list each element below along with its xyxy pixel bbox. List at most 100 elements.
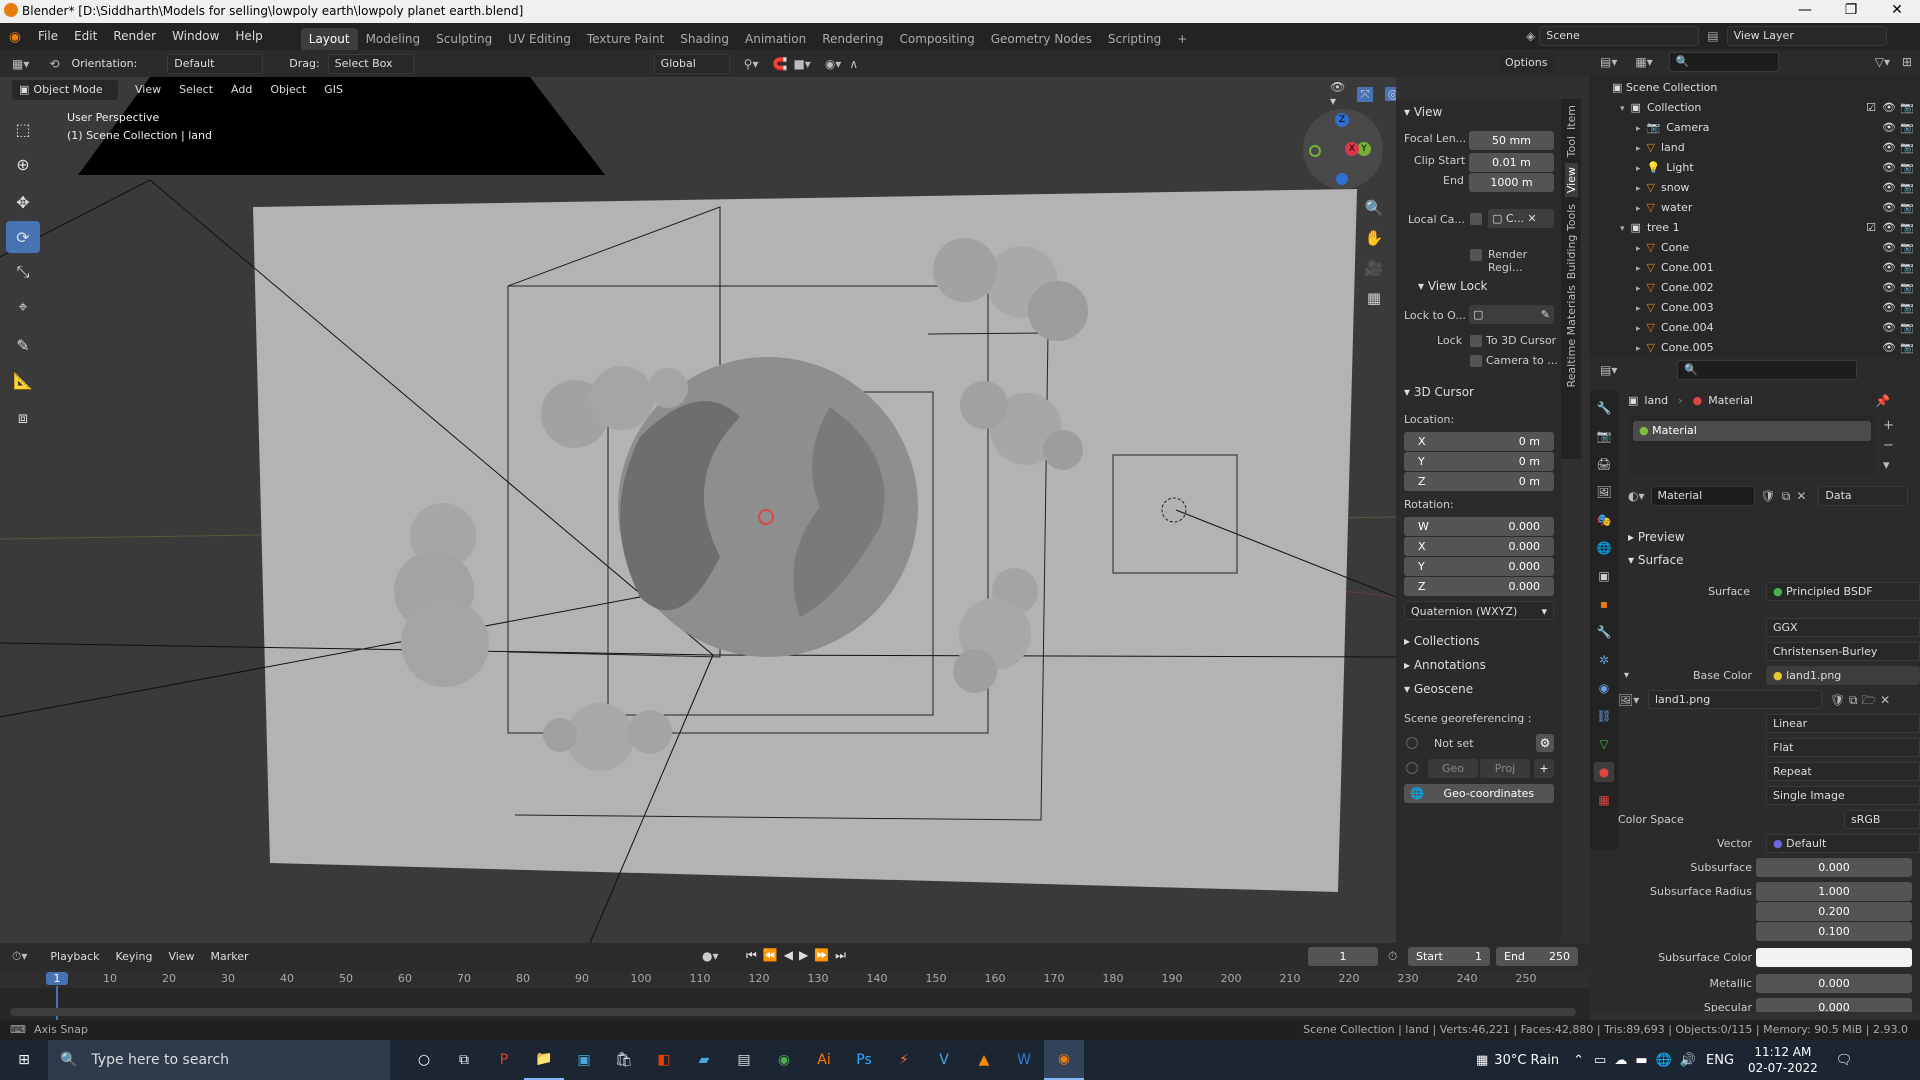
menu-edit[interactable]: Edit [66, 23, 105, 50]
collections-section[interactable]: ▸ Collections [1404, 634, 1479, 648]
cursor-location-x-field[interactable]: X 0 m [1404, 432, 1554, 451]
add-workspace-button[interactable]: + [1169, 28, 1195, 50]
material-props-icon[interactable]: ● [1594, 762, 1614, 782]
vector-field[interactable]: ● Default [1766, 834, 1920, 853]
base-color-field[interactable]: ● land1.png [1766, 666, 1920, 685]
visibility-eye-icon[interactable]: 👁 [1882, 298, 1896, 318]
camera-view-icon[interactable]: 🎥 [1362, 253, 1386, 283]
snap-icon[interactable]: 🧲 [772, 57, 787, 71]
outliner-search-input[interactable]: 🔍 [1668, 52, 1779, 72]
photoshop-icon[interactable]: Ps [844, 1040, 884, 1080]
subsurface-color-swatch[interactable] [1756, 948, 1912, 967]
outliner-row[interactable]: ▸ ▽ water 👁 📷 [1590, 198, 1920, 218]
view-layer-selector[interactable]: View Layer [1726, 26, 1887, 46]
geoscene-settings-icon[interactable]: ⚙ [1536, 734, 1554, 752]
ortho-grid-icon[interactable]: ▦ [1362, 283, 1386, 313]
windows-start-icon[interactable]: ⊞ [0, 1040, 48, 1080]
remove-slot-button[interactable]: − [1883, 436, 1894, 456]
scene-selector[interactable]: Scene [1539, 26, 1700, 46]
word-icon[interactable]: W [1004, 1040, 1044, 1080]
expand-arrow-icon[interactable]: ▸ [1636, 244, 1641, 254]
blender-menu-icon[interactable]: ◉ [0, 29, 30, 45]
weather-text[interactable]: 30°C Rain [1494, 1053, 1559, 1068]
workspace-tab-uv-editing[interactable]: UV Editing [500, 28, 579, 50]
drag-dropdown[interactable]: Select Box [327, 53, 414, 74]
tool-props-icon[interactable]: 🔧 [1594, 398, 1614, 418]
outliner-row[interactable]: ▸ ▽ Cone 👁 📷 [1590, 238, 1920, 258]
language-indicator[interactable]: ENG [1706, 1053, 1734, 1068]
georef-radio-icon[interactable] [1406, 737, 1418, 749]
visibility-eye-icon[interactable]: 👁 [1882, 158, 1896, 178]
transform-tool-icon[interactable]: ⌖ [6, 291, 40, 323]
browse-material-icon[interactable]: ◐▾ [1628, 489, 1645, 503]
add-cube-tool-icon[interactable]: ⧈ [6, 402, 40, 434]
render-region-checkbox[interactable] [1470, 249, 1482, 261]
cursor-rotation-x-field[interactable]: X 0.000 [1404, 537, 1554, 556]
clock[interactable]: 11:12 AM 02-07-2022 [1748, 1044, 1818, 1076]
current-frame-field[interactable]: 1 [1308, 947, 1378, 966]
viewport-menu-add[interactable]: Add [224, 80, 259, 100]
expand-arrow-icon[interactable]: ▸ [1636, 324, 1641, 334]
taskbar-search-box[interactable]: 🔍 Type here to search [48, 1040, 390, 1080]
gizmo-neg-y[interactable] [1309, 145, 1321, 157]
proj-button[interactable]: Proj [1480, 759, 1530, 778]
app5-icon[interactable]: V [924, 1040, 964, 1080]
measure-tool-icon[interactable]: 📐 [6, 364, 40, 396]
sidebar-tab-realtime-materials[interactable]: Realtime Materials [1565, 285, 1578, 387]
image-browse-icon[interactable]: 🖼▾ [1618, 690, 1639, 710]
expand-arrow-icon[interactable]: ▸ [1636, 264, 1641, 274]
projection-dropdown[interactable]: Flat [1766, 738, 1920, 757]
lock-object-field[interactable]: ▢ ✎ [1469, 305, 1554, 324]
weather-icon[interactable]: ▦ [1476, 1053, 1488, 1068]
workspace-tab-shading[interactable]: Shading [672, 28, 737, 50]
filter-icon[interactable]: ▽▾ [1875, 55, 1890, 69]
select-box-tool-icon[interactable]: ⬚ [6, 113, 40, 145]
auto-keying-icon[interactable]: ●▾ [702, 949, 719, 963]
visibility-eye-icon[interactable]: 👁 [1882, 258, 1896, 278]
expand-arrow-icon[interactable]: ▸ [1636, 344, 1641, 354]
visibility-eye-icon[interactable]: 👁 [1882, 218, 1896, 238]
expand-arrow-icon[interactable]: ▸ [1636, 304, 1641, 314]
outliner-row[interactable]: ▸ 📷 Camera 👁 📷 [1590, 118, 1920, 138]
close-button[interactable]: ✕ [1874, 0, 1920, 23]
visibility-eye-icon[interactable]: 👁 [1882, 138, 1896, 158]
viewport-menu-select[interactable]: Select [172, 80, 220, 100]
workspace-tab-texture-paint[interactable]: Texture Paint [579, 28, 672, 50]
focal-length-field[interactable]: 50 mm [1469, 131, 1554, 150]
unlink-material-icon[interactable]: ✕ [1796, 489, 1806, 503]
metallic-field[interactable]: 0.000 [1756, 974, 1912, 993]
maximize-button[interactable]: ❐ [1828, 0, 1874, 23]
menu-window[interactable]: Window [164, 23, 227, 50]
texture-props-icon[interactable]: ▦ [1594, 790, 1614, 810]
store-icon[interactable]: 🛍 [604, 1040, 644, 1080]
view-lock-header[interactable]: ▾ View Lock [1418, 279, 1488, 293]
visibility-icon[interactable]: 👁▾ [1330, 80, 1345, 108]
surface-section[interactable]: ▾ Surface [1628, 553, 1684, 567]
preview-range-icon[interactable]: ⏱ [1388, 949, 1397, 964]
mode-dropdown[interactable]: ▣ Object Mode [12, 80, 118, 100]
pin-icon[interactable]: 📌 [1875, 394, 1890, 408]
view-layer-props-icon[interactable]: 🖼 [1594, 482, 1614, 502]
expand-arrow-icon[interactable]: ▾ [1620, 104, 1625, 114]
view-section-header[interactable]: ▾ View [1404, 105, 1442, 119]
material-link-dropdown[interactable]: Data [1818, 486, 1909, 506]
cursor-rotation-z-field[interactable]: Z 0.000 [1404, 577, 1554, 596]
cursor-tool-icon[interactable]: ⊕ [6, 148, 40, 180]
viewport-menu-gis[interactable]: GIS [317, 80, 350, 100]
render-props-icon[interactable]: 📷 [1594, 426, 1614, 446]
output-props-icon[interactable]: 🖨 [1594, 454, 1614, 474]
base-color-expand-icon[interactable]: ▾ [1624, 666, 1629, 686]
falloff-icon[interactable]: ∧ [849, 57, 858, 71]
geo-add-button[interactable]: + [1534, 759, 1554, 778]
menu-help[interactable]: Help [227, 23, 270, 50]
outliner-row[interactable]: ▸ ▽ Cone.003 👁 📷 [1590, 298, 1920, 318]
properties-search-input[interactable]: 🔍 [1677, 360, 1858, 380]
outliner-row[interactable]: ▸ ▽ Cone.002 👁 📷 [1590, 278, 1920, 298]
app-icon[interactable]: ▣ [564, 1040, 604, 1080]
battery-icon[interactable]: ▬ [1635, 1053, 1647, 1068]
include-checkbox-icon[interactable]: ☑ [1866, 218, 1876, 238]
material-name-field[interactable]: Material [1650, 486, 1755, 506]
image-actions-icons[interactable]: 🛡 ⧉ 🗁 ✕ [1830, 690, 1890, 710]
visibility-eye-icon[interactable]: 👁 [1882, 178, 1896, 198]
workspace-tab-compositing[interactable]: Compositing [891, 28, 982, 50]
